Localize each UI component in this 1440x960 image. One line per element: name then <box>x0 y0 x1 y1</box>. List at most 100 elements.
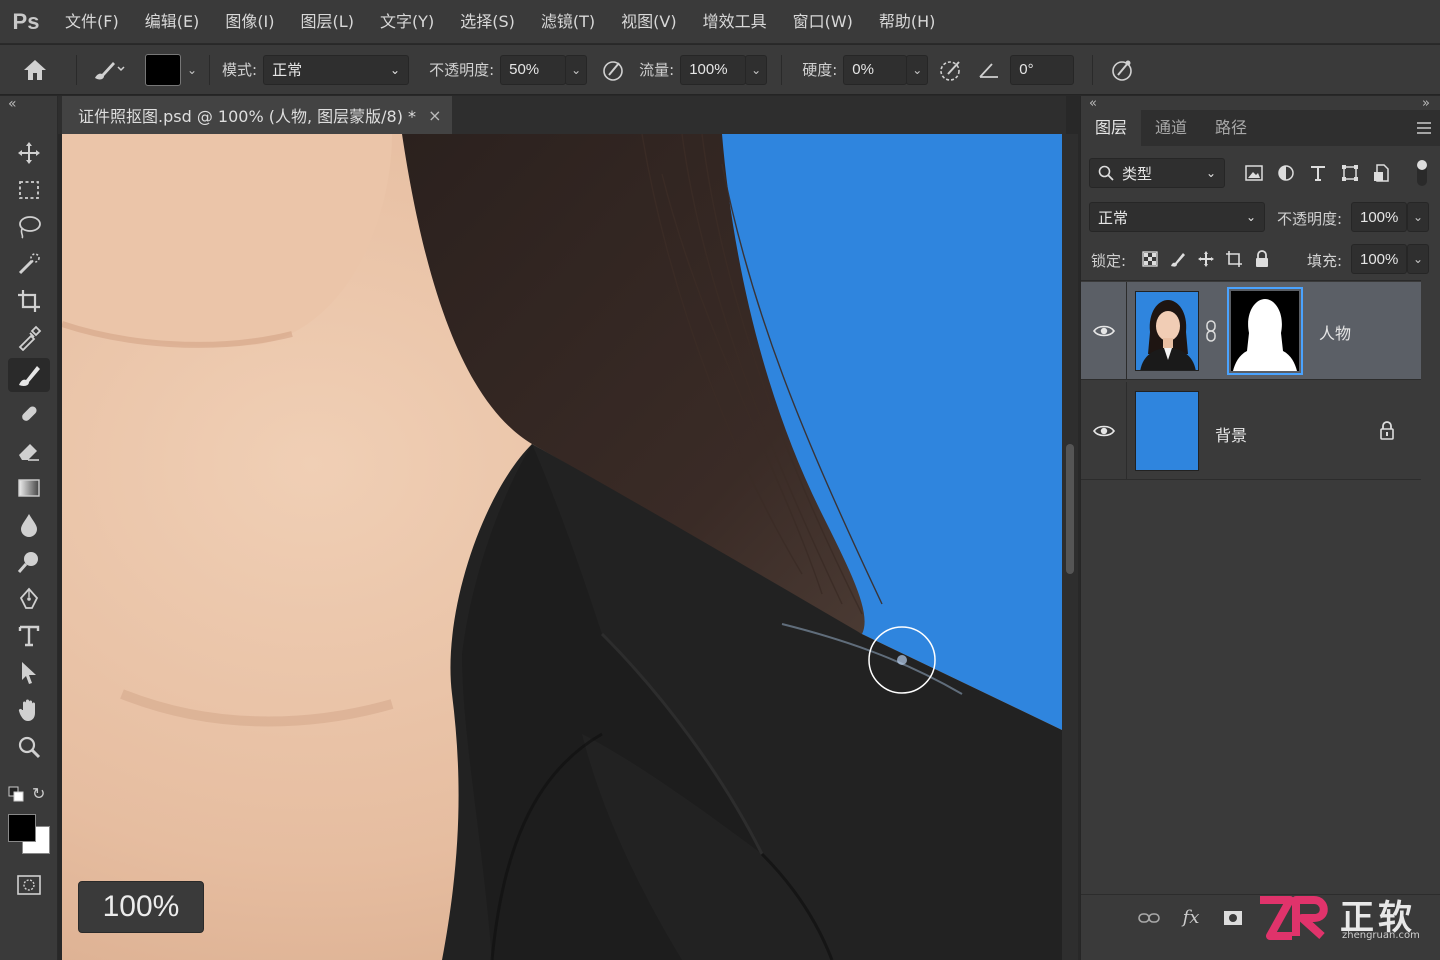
menu-type[interactable]: 文字(Y) <box>367 0 447 44</box>
eyedropper-icon[interactable] <box>8 321 50 355</box>
hardness-input[interactable]: 0% <box>843 54 908 85</box>
menu-image[interactable]: 图像(I) <box>212 0 287 44</box>
brush-icon[interactable] <box>8 358 50 392</box>
mode-select[interactable]: 正常 ⌄ <box>263 54 410 85</box>
lasso-icon[interactable] <box>8 210 50 244</box>
menu-edit[interactable]: 编辑(E) <box>132 0 213 44</box>
gradient-icon[interactable] <box>8 471 50 505</box>
scrollbar-thumb[interactable] <box>1066 444 1074 574</box>
lock-transparency-icon[interactable] <box>1139 248 1161 270</box>
home-icon[interactable] <box>0 45 70 95</box>
document-title: 证件照抠图.psd @ 100% (人物, 图层蒙版/8) * <box>78 107 417 126</box>
layer-opacity-input[interactable]: 100% <box>1351 202 1407 232</box>
zoom-icon[interactable] <box>8 730 50 764</box>
adjustment-filter-icon[interactable] <box>1275 162 1297 184</box>
healing-icon[interactable] <box>8 397 50 431</box>
blend-mode-select[interactable]: 正常 ⌄ <box>1089 202 1265 232</box>
layer-opacity-value: 100% <box>1360 208 1399 226</box>
lock-artboard-icon[interactable] <box>1223 248 1245 270</box>
smart-object-filter-icon[interactable] <box>1371 162 1393 184</box>
shape-filter-icon[interactable] <box>1339 162 1361 184</box>
menu-layer[interactable]: 图层(L) <box>288 0 367 44</box>
pressure-opacity-icon[interactable] <box>587 45 639 95</box>
hardness-dropdown[interactable]: ⌄ <box>906 54 929 85</box>
document-canvas[interactable]: 100% <box>62 134 1062 960</box>
menu-window[interactable]: 窗口(W) <box>780 0 866 44</box>
quick-selection-icon[interactable] <box>8 247 50 281</box>
chevron-down-icon[interactable]: ⌄ <box>181 55 203 85</box>
angle-value: 0° <box>1019 61 1034 78</box>
blur-icon[interactable] <box>8 508 50 542</box>
fill-value: 100% <box>1360 250 1399 268</box>
path-selection-icon[interactable] <box>8 656 50 690</box>
layer-row-background[interactable]: 背景 <box>1081 382 1421 480</box>
panel-tabs: 图层 通道 路径 <box>1081 110 1440 146</box>
link-icon[interactable] <box>1135 905 1163 931</box>
image-filter-icon[interactable] <box>1243 162 1265 184</box>
visibility-toggle[interactable] <box>1081 282 1127 380</box>
tab-layers[interactable]: 图层 <box>1081 110 1142 146</box>
quick-mask-icon[interactable] <box>16 874 42 900</box>
layer-filter-select[interactable]: 类型 ⌄ <box>1089 158 1225 188</box>
fx-icon[interactable]: fx <box>1177 903 1205 931</box>
move-icon[interactable] <box>8 136 50 170</box>
vertical-scrollbar[interactable] <box>1062 134 1078 960</box>
menu-file[interactable]: 文件(F) <box>52 0 132 44</box>
photoshop-logo[interactable]: Ps <box>0 0 52 44</box>
menu-view[interactable]: 视图(V) <box>608 0 689 44</box>
hand-icon[interactable] <box>8 693 50 727</box>
fill-input[interactable]: 100% <box>1351 244 1407 274</box>
collapse-panel-icon[interactable]: « <box>1089 96 1097 111</box>
lock-pixels-icon[interactable] <box>1167 248 1189 270</box>
eraser-icon[interactable] <box>8 434 50 468</box>
document-tab[interactable]: 证件照抠图.psd @ 100% (人物, 图层蒙版/8) * × <box>62 96 452 134</box>
tab-paths[interactable]: 路径 <box>1201 110 1261 146</box>
layer-mask-thumbnail[interactable] <box>1227 287 1303 375</box>
layer-row-person[interactable]: 人物 <box>1081 282 1421 380</box>
marquee-icon[interactable] <box>8 173 50 207</box>
lock-position-icon[interactable] <box>1195 248 1217 270</box>
fill-dropdown[interactable]: ⌄ <box>1407 244 1429 274</box>
close-icon[interactable]: × <box>428 106 441 125</box>
mask-link-icon[interactable] <box>1205 320 1217 346</box>
opacity-input[interactable]: 50% <box>500 54 567 85</box>
blend-mode-value: 正常 <box>1098 209 1129 227</box>
tab-channels[interactable]: 通道 <box>1141 110 1201 146</box>
add-mask-icon[interactable] <box>1219 905 1247 931</box>
options-bar: ⌄ 模式: 正常 ⌄ 不透明度: 50% ⌄ 流量: 100% ⌄ 硬度: 0%… <box>0 45 1440 95</box>
collapse-left-icon[interactable]: « <box>8 96 17 112</box>
swap-colors-icon[interactable]: ↻ <box>32 784 45 803</box>
chevron-down-icon: ⌄ <box>1205 166 1216 180</box>
default-colors-icon[interactable] <box>8 786 24 806</box>
filter-toggle[interactable] <box>1417 160 1427 186</box>
flow-dropdown[interactable]: ⌄ <box>745 54 768 85</box>
angle-input[interactable]: 0° <box>1010 54 1075 85</box>
brush-preset-icon[interactable] <box>83 45 133 95</box>
flow-input[interactable]: 100% <box>680 54 747 85</box>
layer-opacity-dropdown[interactable]: ⌄ <box>1407 202 1429 232</box>
menu-help[interactable]: 帮助(H) <box>866 0 949 44</box>
menu-filter[interactable]: 滤镜(T) <box>528 0 608 44</box>
layer-thumbnail[interactable] <box>1135 291 1199 371</box>
lock-all-icon[interactable] <box>1251 248 1273 270</box>
eye-icon <box>1092 325 1115 337</box>
dodge-icon[interactable] <box>8 545 50 579</box>
type-icon[interactable] <box>8 619 50 653</box>
menu-select[interactable]: 选择(S) <box>447 0 528 44</box>
flow-value: 100% <box>689 61 728 78</box>
expand-panel-icon[interactable]: » <box>1422 96 1430 111</box>
layer-thumbnail[interactable] <box>1135 391 1199 471</box>
pen-icon[interactable] <box>8 582 50 616</box>
layer-name: 人物 <box>1319 324 1352 343</box>
divider <box>1081 280 1421 281</box>
foreground-color-swatch[interactable] <box>145 53 181 86</box>
pressure-size-icon[interactable] <box>1099 45 1145 95</box>
visibility-toggle[interactable] <box>1081 382 1127 480</box>
airbrush-icon[interactable] <box>928 45 974 95</box>
type-filter-icon[interactable] <box>1307 162 1329 184</box>
menu-plugins[interactable]: 增效工具 <box>690 0 780 44</box>
panel-menu-icon[interactable] <box>1407 110 1440 146</box>
foreground-color-swatch[interactable] <box>8 814 36 842</box>
crop-icon[interactable] <box>8 284 50 318</box>
opacity-dropdown[interactable]: ⌄ <box>565 54 588 85</box>
